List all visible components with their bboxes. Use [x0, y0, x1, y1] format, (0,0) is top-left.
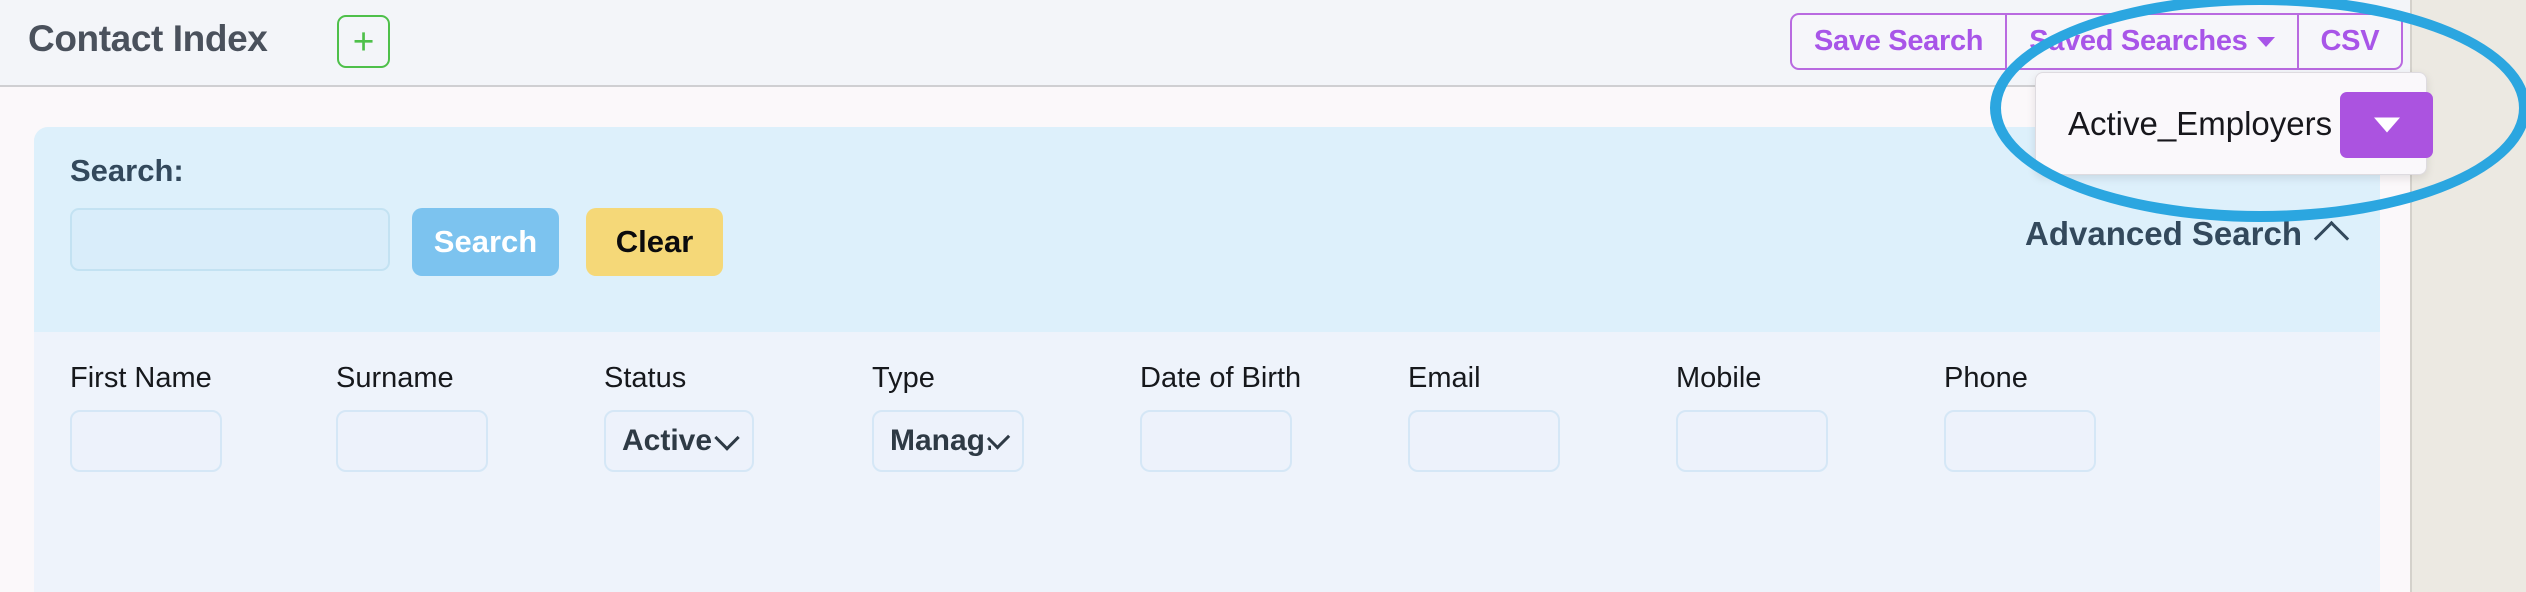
- field-group-surname: Surname: [336, 362, 488, 472]
- field-label-date-of-birth: Date of Birth: [1140, 362, 1302, 394]
- field-input-surname[interactable]: [336, 410, 488, 472]
- save-search-label: Save Search: [1814, 25, 1984, 57]
- saved-searches-label: Saved Searches: [2029, 25, 2248, 57]
- search-label: Search:: [70, 153, 184, 188]
- quick-search-band: Search: Search Clear Advanced Search: [34, 127, 2380, 332]
- field-label-type: Type: [872, 362, 935, 394]
- saved-search-dropdown-toggle[interactable]: [2340, 92, 2433, 158]
- add-contact-button[interactable]: +: [337, 15, 390, 68]
- page-title: Contact Index: [28, 18, 268, 59]
- search-input[interactable]: [70, 208, 390, 271]
- field-group-type: Type Manag…: [872, 362, 1024, 472]
- field-label-surname: Surname: [336, 362, 454, 394]
- save-search-button[interactable]: Save Search: [1790, 13, 2007, 70]
- chevron-up-icon: [2313, 220, 2350, 256]
- saved-search-selected-value: Active_Employers: [2068, 104, 2333, 142]
- field-group-email: Email: [1408, 362, 1560, 472]
- field-select-value-type: Manag…: [890, 424, 991, 457]
- field-label-first-name: First Name: [70, 362, 212, 394]
- field-group-date-of-birth: Date of Birth: [1140, 362, 1301, 472]
- field-label-phone: Phone: [1944, 362, 2028, 394]
- field-select-value-status: Active: [622, 424, 713, 457]
- advanced-search-toggle[interactable]: Advanced Search: [2025, 215, 2350, 256]
- caret-down-icon: [2256, 36, 2275, 47]
- field-select-type[interactable]: Manag…: [872, 410, 1024, 472]
- saved-searches-button[interactable]: Saved Searches: [2006, 13, 2298, 70]
- field-group-mobile: Mobile: [1676, 362, 1828, 472]
- search-submit-button[interactable]: Search: [412, 208, 559, 276]
- field-input-email[interactable]: [1408, 410, 1560, 472]
- saved-searches-dropdown: Active_Employers: [2035, 72, 2433, 175]
- field-group-first-name: First Name: [70, 362, 222, 472]
- plus-icon: +: [352, 21, 375, 62]
- field-input-mobile[interactable]: [1676, 410, 1828, 472]
- header-action-group: Save Search Saved Searches CSV: [1790, 13, 2404, 70]
- search-clear-button[interactable]: Clear: [586, 208, 723, 276]
- advanced-search-label: Advanced Search: [2025, 215, 2302, 252]
- field-label-email: Email: [1408, 362, 1481, 394]
- field-group-status: Status Active: [604, 362, 754, 472]
- field-input-first-name[interactable]: [70, 410, 222, 472]
- field-group-phone: Phone: [1944, 362, 2096, 472]
- field-label-mobile: Mobile: [1676, 362, 1762, 394]
- advanced-fields-row: First Name Surname Status Active Type Manag… D…: [34, 332, 2380, 592]
- field-input-date-of-birth[interactable]: [1140, 410, 1292, 472]
- caret-down-icon: [2373, 117, 2400, 133]
- csv-export-button[interactable]: CSV: [2297, 13, 2404, 70]
- field-label-status: Status: [604, 362, 687, 394]
- csv-export-label: CSV: [2320, 25, 2380, 57]
- search-panel: Search: Search Clear Advanced Search Fir…: [34, 127, 2380, 592]
- field-input-phone[interactable]: [1944, 410, 2096, 472]
- chevron-down-icon: [714, 424, 740, 451]
- field-select-status[interactable]: Active: [604, 410, 754, 472]
